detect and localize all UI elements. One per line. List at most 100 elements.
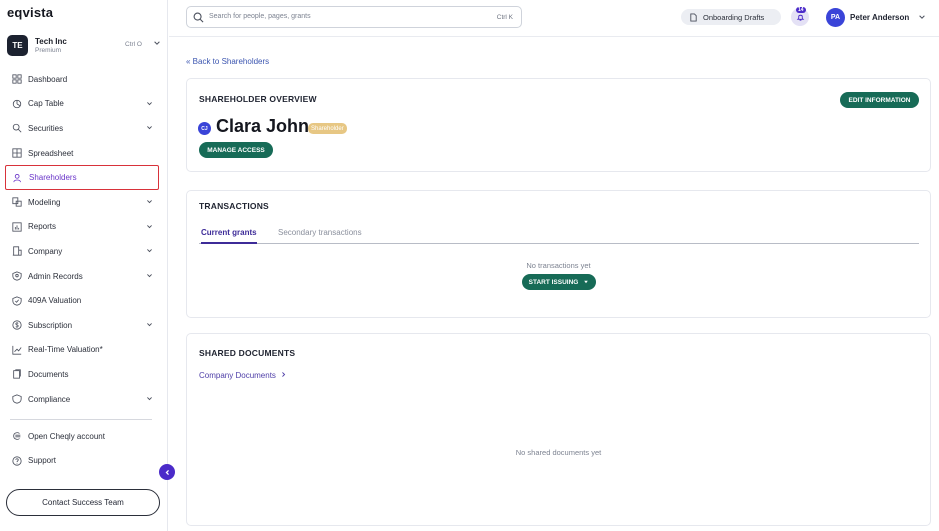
shareholder-overview-card: SHAREHOLDER OVERVIEW EDIT INFORMATION CJ… — [186, 78, 931, 172]
sidebar-item-admin-records[interactable]: Admin Records — [5, 264, 159, 289]
sidebar-item-label: Cap Table — [28, 99, 64, 109]
sidebar-item-spreadsheet[interactable]: Spreadsheet — [5, 141, 159, 166]
sidebar-item-label: 409A Valuation — [28, 296, 82, 306]
sidebar-item-real-time-valuation[interactable]: Real-Time Valuation* — [5, 338, 159, 363]
company-shortcut: Ctrl O — [125, 41, 142, 48]
chevron-left-icon — [165, 469, 169, 475]
caret-down-icon — [584, 280, 589, 284]
company-avatar: TE — [7, 35, 28, 56]
grid-icon — [11, 148, 22, 159]
chevron-down-icon — [147, 200, 152, 204]
sidebar-item-compliance[interactable]: Compliance — [5, 387, 159, 412]
notification-count: 14 — [796, 7, 806, 13]
sidebar-item-reports[interactable]: Reports — [5, 215, 159, 240]
start-issuing-label: START ISSUING — [528, 278, 579, 286]
notifications-button[interactable]: 14 — [791, 7, 809, 26]
shared-documents-card: SHARED DOCUMENTS Company Documents No sh… — [186, 333, 931, 526]
status-badge: Shareholder — [308, 123, 347, 134]
securities-icon — [11, 123, 22, 134]
chevron-down-icon — [147, 323, 152, 327]
company-plan: Premium — [35, 47, 62, 54]
avatar: PA — [826, 7, 845, 27]
sidebar-item-open-cheqly[interactable]: Open Cheqly account — [5, 424, 159, 449]
transactions-title: TRANSACTIONS — [199, 201, 269, 211]
edit-information-button[interactable]: EDIT INFORMATION — [840, 92, 919, 108]
tab-current-grants[interactable]: Current grants — [201, 228, 257, 244]
cheqly-icon — [11, 431, 22, 442]
modeling-icon — [11, 197, 22, 208]
onboarding-drafts-label: Onboarding Drafts — [703, 12, 765, 22]
chevron-right-icon — [282, 372, 286, 377]
sidebar-item-label: Dashboard — [28, 74, 68, 84]
no-shared-documents-text: No shared documents yet — [515, 448, 602, 457]
document-icon — [690, 12, 697, 22]
help-icon — [11, 455, 22, 466]
chevron-down-icon — [153, 39, 161, 49]
bell-icon — [796, 14, 804, 21]
sidebar-item-label: Securities — [28, 123, 64, 133]
sidebar: eqvista TE Tech Inc Premium Ctrl O Dashb… — [0, 0, 168, 531]
compliance-icon — [11, 394, 22, 405]
search-icon — [193, 12, 204, 23]
sidebar-item-label: Open Cheqly account — [28, 431, 105, 441]
dashboard-icon — [11, 74, 22, 85]
collapse-sidebar-button[interactable] — [159, 464, 175, 480]
sidebar-item-label: Subscription — [28, 320, 73, 330]
contact-success-team-button[interactable]: Contact Success Team — [6, 489, 160, 516]
app-logo[interactable]: eqvista — [7, 5, 53, 20]
sidebar-nav: Dashboard Cap Table Securities Spreadshe… — [5, 67, 159, 411]
sidebar-item-support[interactable]: Support — [5, 449, 159, 474]
sidebar-item-label: Real-Time Valuation* — [28, 345, 103, 355]
sidebar-item-subscription[interactable]: Subscription — [5, 313, 159, 338]
topbar: Search for people, pages, grants Ctrl K … — [169, 0, 939, 37]
sidebar-item-company[interactable]: Company — [5, 239, 159, 264]
start-issuing-button[interactable]: START ISSUING — [522, 274, 596, 290]
sidebar-item-label: Shareholders — [29, 173, 77, 183]
search-placeholder: Search for people, pages, grants — [209, 13, 311, 20]
dollar-icon — [11, 320, 22, 331]
user-menu[interactable]: PA Peter Anderson — [826, 7, 926, 27]
shield-user-icon — [11, 271, 22, 282]
sidebar-item-shareholders[interactable]: Shareholders — [5, 165, 159, 190]
no-transactions-text: No transactions yet — [526, 261, 591, 270]
sidebar-item-dashboard[interactable]: Dashboard — [5, 67, 159, 92]
shareholder-avatar: CJ — [198, 122, 211, 135]
chevron-down-icon — [147, 126, 152, 130]
shared-documents-title: SHARED DOCUMENTS — [199, 348, 296, 358]
trend-icon — [11, 344, 22, 355]
search-shortcut: Ctrl K — [496, 13, 513, 21]
sidebar-item-409a-valuation[interactable]: 409A Valuation — [5, 288, 159, 313]
sidebar-item-label: Admin Records — [28, 271, 83, 281]
pie-chart-icon — [11, 98, 22, 109]
tab-secondary-transactions[interactable]: Secondary transactions — [278, 228, 362, 243]
chevron-down-icon — [147, 224, 152, 228]
transactions-tabs: Current grants Secondary transactions — [199, 228, 919, 244]
sidebar-item-modeling[interactable]: Modeling — [5, 190, 159, 215]
back-to-shareholders-link[interactable]: « Back to Shareholders — [186, 57, 269, 66]
manage-access-button[interactable]: MANAGE ACCESS — [199, 142, 273, 158]
chevron-down-icon — [147, 249, 152, 253]
sidebar-item-label: Reports — [28, 222, 57, 232]
sidebar-item-label: Documents — [28, 369, 69, 379]
search-input[interactable]: Search for people, pages, grants Ctrl K — [186, 6, 522, 28]
sidebar-item-cap-table[interactable]: Cap Table — [5, 92, 159, 117]
sidebar-divider — [10, 419, 152, 420]
chevron-down-icon — [147, 273, 152, 277]
company-documents-link[interactable]: Company Documents — [199, 371, 287, 380]
onboarding-drafts-button[interactable]: Onboarding Drafts — [681, 9, 781, 25]
sidebar-item-securities[interactable]: Securities — [5, 116, 159, 141]
company-switcher[interactable]: TE Tech Inc Premium Ctrl O — [7, 35, 163, 57]
company-documents-label: Company Documents — [199, 371, 276, 380]
transactions-card: TRANSACTIONS Current grants Secondary tr… — [186, 190, 931, 318]
users-icon — [12, 172, 23, 183]
shareholder-name: Clara John — [216, 116, 310, 136]
reports-icon — [11, 221, 22, 232]
chevron-down-icon — [147, 396, 152, 400]
sidebar-item-documents[interactable]: Documents — [5, 362, 159, 387]
sidebar-item-label: Modeling — [28, 197, 61, 207]
sidebar-item-label: Support — [28, 456, 57, 466]
sidebar-item-label: Company — [28, 246, 63, 256]
sidebar-extras: Open Cheqly account Support — [5, 424, 159, 473]
sidebar-item-label: Spreadsheet — [28, 148, 74, 158]
sidebar-item-label: Compliance — [28, 394, 71, 404]
